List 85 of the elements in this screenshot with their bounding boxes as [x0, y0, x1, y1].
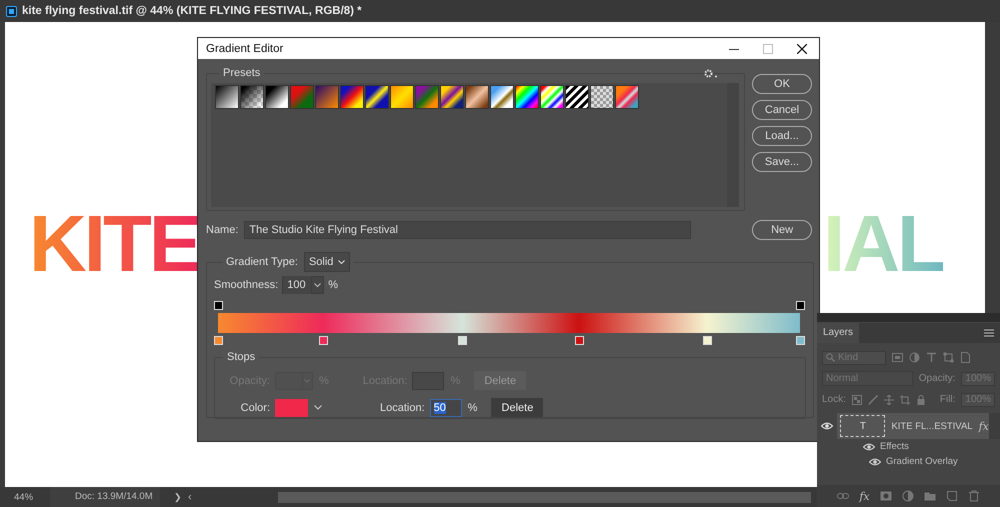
effect-name: Gradient Overlay: [886, 456, 958, 467]
next-arrow[interactable]: ❯: [174, 492, 182, 502]
new-button[interactable]: New: [752, 220, 812, 240]
color-stop[interactable]: [702, 336, 712, 345]
color-stop[interactable]: [214, 336, 223, 345]
checkerboard-icon[interactable]: [852, 394, 862, 404]
chevron-down-icon[interactable]: [314, 405, 322, 410]
color-label: Color:: [240, 402, 270, 414]
app-icon: [6, 6, 17, 16]
link-icon[interactable]: [837, 492, 850, 500]
percent-unit: %: [450, 374, 460, 386]
text-layer-thumbnail: T: [840, 415, 886, 437]
location-label: Location:: [380, 402, 425, 414]
group-label: Presets: [223, 67, 260, 79]
delete-button[interactable]: Delete: [491, 398, 544, 417]
color-stop[interactable]: [458, 336, 468, 345]
percent-unit: %: [468, 402, 478, 414]
fx-button[interactable]: fx: [859, 490, 870, 502]
layer-row[interactable]: T KITE FL...ESTIVAL fx: [837, 413, 989, 439]
effects-label: Effects: [880, 441, 909, 452]
gradient-swatch[interactable]: [540, 85, 564, 109]
zoom-level: 44%: [13, 492, 34, 502]
gradient-swatch[interactable]: [590, 85, 614, 109]
chevron-down-icon[interactable]: [311, 277, 324, 293]
save-button[interactable]: Save...: [752, 152, 812, 172]
layers-tab[interactable]: Layers: [817, 323, 860, 343]
fill-label: Fill:: [940, 394, 956, 405]
color-stop[interactable]: [574, 336, 584, 345]
mask-icon[interactable]: [880, 490, 892, 502]
percent-unit: %: [319, 374, 329, 386]
trash-icon[interactable]: [968, 490, 980, 502]
smoothness-label: Smoothness:: [214, 279, 278, 291]
new-layer-icon[interactable]: [946, 490, 958, 502]
ok-button[interactable]: OK: [752, 74, 812, 94]
gradient-swatch[interactable]: [565, 85, 589, 109]
folder-icon[interactable]: [924, 490, 936, 502]
gradient-swatch[interactable]: [440, 85, 464, 109]
opacity-label: Opacity:: [918, 373, 956, 384]
document-tab-title[interactable]: kite flying festival.tif @ 44% (KITE FLYING FESTIVAL, RGB/8) *: [22, 5, 362, 17]
eye-icon[interactable]: [863, 442, 875, 450]
cancel-button[interactable]: Cancel: [752, 100, 812, 120]
gradient-swatch[interactable]: [315, 85, 339, 109]
name-field[interactable]: The Studio Kite Flying Festival: [244, 221, 692, 239]
gradient-swatch[interactable]: [340, 85, 364, 109]
layer-name: KITE FL...ESTIVAL: [891, 420, 973, 432]
color-stop[interactable]: [796, 336, 805, 345]
gradient-swatch[interactable]: [465, 85, 489, 109]
gradient-swatch[interactable]: [390, 85, 414, 109]
gear-icon[interactable]: [704, 69, 718, 78]
percent-unit: %: [328, 279, 338, 291]
gradient-swatch[interactable]: [240, 85, 264, 109]
name-label: Name:: [206, 224, 238, 236]
dialog-title: Gradient Editor: [206, 42, 284, 54]
gradient-swatch[interactable]: [415, 85, 439, 109]
fx-label: fx: [978, 420, 989, 432]
close-icon[interactable]: [797, 44, 807, 54]
chevron-down-icon: [338, 260, 346, 264]
group-label: Stops: [227, 351, 256, 363]
document-size: Doc: 13.9M/14.0M: [50, 487, 160, 507]
gradient-swatch[interactable]: [265, 85, 289, 109]
scroll-left-arrow[interactable]: ‹: [188, 491, 192, 503]
lock-label: Lock:: [822, 394, 846, 405]
opacity-stop[interactable]: [796, 301, 805, 310]
eye-icon[interactable]: [821, 422, 834, 430]
gradient-swatch[interactable]: [290, 85, 314, 109]
gradient-swatch[interactable]: [615, 85, 639, 109]
menu-icon[interactable]: [984, 329, 994, 337]
horizontal-scrollbar[interactable]: [278, 492, 811, 502]
location-field[interactable]: 50: [430, 398, 462, 416]
eye-icon[interactable]: [869, 458, 881, 466]
gradient-type-label: Gradient Type:: [226, 256, 298, 268]
opacity-stop[interactable]: [214, 301, 223, 310]
scrollbar[interactable]: [988, 413, 1000, 439]
half-circle-icon[interactable]: [902, 490, 914, 502]
load-button[interactable]: Load...: [752, 126, 812, 146]
gradient-swatch[interactable]: [490, 85, 514, 109]
gradient-type-dropdown[interactable]: Solid: [304, 252, 350, 272]
search-icon: [826, 353, 835, 362]
color-swatch[interactable]: [275, 398, 308, 416]
color-stop[interactable]: [318, 336, 328, 345]
maximize-icon: [763, 44, 773, 54]
gradient-swatch[interactable]: [365, 85, 389, 109]
smoothness-field[interactable]: 100: [282, 276, 324, 294]
gradient-swatch[interactable]: [515, 85, 539, 109]
gradient-swatch[interactable]: [215, 85, 239, 109]
